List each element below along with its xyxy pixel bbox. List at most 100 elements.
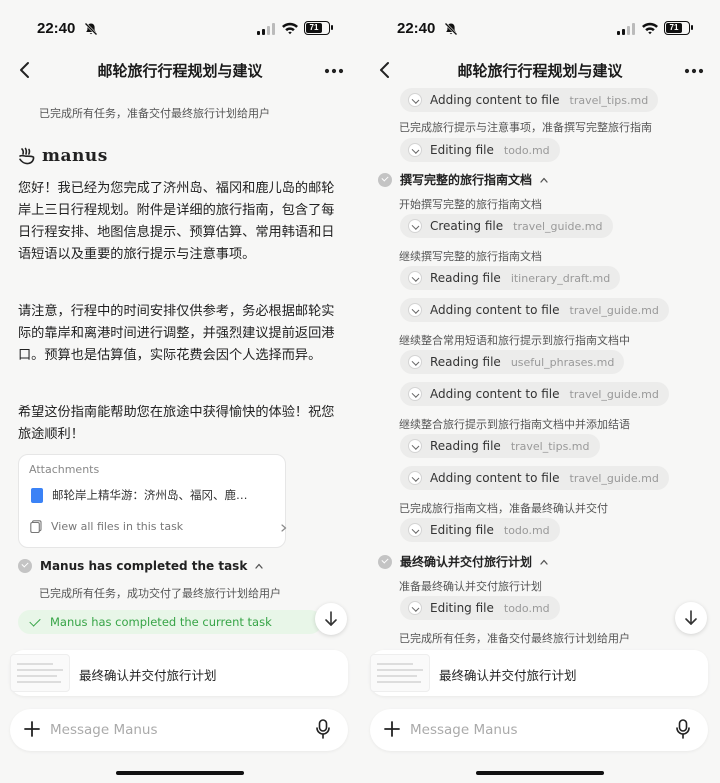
message-input[interactable]: [410, 719, 660, 741]
chevron-right-icon: [281, 524, 287, 532]
tool-action-label: Adding content to file: [430, 93, 560, 107]
tool-edit-icon: [408, 471, 422, 485]
tool-action-pill[interactable]: Editing file todo.md: [400, 138, 560, 162]
task-card-title: 最终确认并交付旅行计划: [79, 668, 217, 683]
tool-action-pill[interactable]: Editing file todo.md: [400, 596, 560, 620]
arrow-down-icon: [325, 611, 337, 626]
tool-edit-icon: [408, 271, 422, 285]
current-task-card[interactable]: 最终确认并交付旅行计划: [10, 650, 348, 696]
step-detail: 已完成所有任务，成功交付了最终旅行计划给用户: [39, 587, 281, 600]
step-header[interactable]: 撰写完整的旅行指南文档: [378, 171, 548, 188]
wifi-icon: [642, 22, 658, 35]
home-indicator: [116, 771, 244, 775]
battery-level: 71: [666, 23, 682, 33]
tool-action-pill[interactable]: Creating file travel_guide.md: [400, 214, 613, 238]
tool-action-pill[interactable]: Adding content to file travel_guide.md: [400, 298, 669, 322]
tool-action-label: Adding content to file: [430, 387, 560, 401]
files-icon: [30, 520, 42, 533]
task-thumbnail: [10, 654, 70, 692]
tool-edit-icon: [408, 601, 422, 615]
step-detail: 准备最终确认并交付旅行计划: [399, 580, 542, 593]
scroll-to-bottom-button[interactable]: [675, 602, 707, 634]
more-options-icon[interactable]: [324, 68, 344, 74]
page-title: 邮轮旅行行程规划与建议: [457, 62, 623, 80]
step-header[interactable]: 最终确认并交付旅行计划: [378, 553, 548, 570]
reply-paragraph-1: 您好！我已经为您完成了济州岛、福冈和鹿儿岛的邮轮岸上三日行程规划。附件是详细的旅…: [18, 181, 335, 262]
nav-header: 邮轮旅行行程规划与建议: [360, 56, 720, 88]
microphone-icon[interactable]: [316, 719, 330, 739]
tool-action-label: Adding content to file: [430, 471, 560, 485]
tool-action-pill[interactable]: Editing file todo.md: [400, 518, 560, 542]
chat-content: 已完成所有任务，准备交付最终旅行计划给用户 manus 您好！我已经为您完成了济州岛…: [0, 88, 360, 648]
bell-muted-icon: [444, 22, 458, 36]
cellular-signal-icon: [617, 23, 635, 35]
microphone-icon[interactable]: [676, 719, 690, 739]
attachment-file-link[interactable]: 邮轮岸上精华游：济州岛、福冈、鹿…: [52, 487, 248, 503]
green-check-icon: [29, 614, 41, 627]
reply-paragraph-2: 请注意，行程中的时间安排仅供参考，务必根据邮轮实际的靠岸和离港时间进行调整，并强…: [18, 304, 335, 363]
status-bar: 22:40 71: [0, 16, 360, 44]
tool-action-pill[interactable]: Adding content to file travel_guide.md: [400, 466, 669, 490]
current-task-card[interactable]: 最终确认并交付旅行计划: [370, 650, 708, 696]
chevron-up-icon[interactable]: [255, 562, 263, 570]
tool-file-name: travel_guide.md: [569, 387, 659, 401]
completed-banner-text: Manus has completed the current task: [50, 615, 272, 629]
tool-file-name: todo.md: [503, 143, 550, 157]
page-title: 邮轮旅行行程规划与建议: [97, 62, 263, 80]
tool-edit-icon: [408, 303, 422, 317]
chevron-up-icon[interactable]: [540, 558, 548, 566]
step-check-icon: [18, 559, 32, 573]
more-options-icon[interactable]: [684, 68, 704, 74]
tool-file-name: travel_tips.md: [569, 93, 649, 107]
message-composer: [10, 709, 348, 751]
attachments-label: Attachments: [29, 463, 100, 476]
tool-file-name: itinerary_draft.md: [510, 271, 611, 285]
wifi-icon: [282, 22, 298, 35]
tool-action-pill[interactable]: Reading file useful_phrases.md: [400, 350, 625, 374]
tool-file-name: travel_guide.md: [513, 219, 603, 233]
battery-level: 71: [306, 23, 322, 33]
step-header-label: 撰写完整的旅行指南文档: [400, 173, 533, 187]
status-time: 22:40: [397, 20, 436, 37]
view-all-files-link[interactable]: View all files in this task: [51, 520, 183, 533]
tool-file-name: travel_guide.md: [569, 471, 659, 485]
scroll-to-bottom-button[interactable]: [315, 603, 347, 635]
tool-edit-icon: [408, 439, 422, 453]
step-header-completed[interactable]: Manus has completed the task: [18, 559, 263, 573]
bell-muted-icon: [84, 22, 98, 36]
cellular-signal-icon: [257, 23, 275, 35]
message-input[interactable]: [50, 719, 300, 741]
step-header-label: 最终确认并交付旅行计划: [400, 555, 533, 569]
tool-edit-icon: [408, 143, 422, 157]
tool-action-pill[interactable]: Reading file travel_tips.md: [400, 434, 600, 458]
attachments-card: Attachments 邮轮岸上精华游：济州岛、福冈、鹿… View all fil…: [18, 454, 287, 548]
step-detail: 已完成旅行提示与注意事项，准备撰写完整旅行指南: [399, 121, 652, 134]
tool-action-pill[interactable]: Adding content to file travel_guide.md: [400, 382, 669, 406]
step-detail: 已完成旅行指南文档，准备最终确认并交付: [399, 502, 608, 515]
tool-action-pill[interactable]: Reading file itinerary_draft.md: [400, 266, 621, 290]
tool-action-label: Editing file: [430, 143, 494, 157]
plus-icon[interactable]: [24, 721, 40, 737]
chat-content: Adding content to file travel_tips.md 已完成旅…: [360, 88, 720, 648]
battery-icon: 71: [304, 21, 333, 35]
tool-action-label: Reading file: [430, 355, 501, 369]
left-phone-screen: 22:40 71 邮轮旅行行程规划与建议 已完成所有任务，准备交付最终旅行计划给…: [0, 0, 360, 783]
status-line: 已完成所有任务，准备交付最终旅行计划给用户: [39, 107, 270, 120]
tool-edit-icon: [408, 219, 422, 233]
tool-action-pill[interactable]: Adding content to file travel_tips.md: [400, 88, 659, 112]
step-detail: 已完成所有任务，准备交付最终旅行计划给用户: [399, 632, 630, 645]
chevron-up-icon[interactable]: [540, 176, 548, 184]
step-detail: 继续撰写完整的旅行指南文档: [399, 250, 542, 263]
tool-action-label: Reading file: [430, 271, 501, 285]
status-bar: 22:40 71: [360, 16, 720, 44]
tool-action-label: Creating file: [430, 219, 504, 233]
step-detail: 继续整合常用短语和旅行提示到旅行指南文档中: [399, 334, 630, 347]
tool-file-name: travel_guide.md: [569, 303, 659, 317]
document-icon: [31, 488, 43, 503]
plus-icon[interactable]: [384, 721, 400, 737]
task-thumbnail: [370, 654, 430, 692]
tool-edit-icon: [408, 523, 422, 537]
task-completed-banner: Manus has completed the current task: [18, 610, 322, 634]
nav-header: 邮轮旅行行程规划与建议: [0, 56, 360, 88]
tool-file-name: todo.md: [503, 523, 550, 537]
